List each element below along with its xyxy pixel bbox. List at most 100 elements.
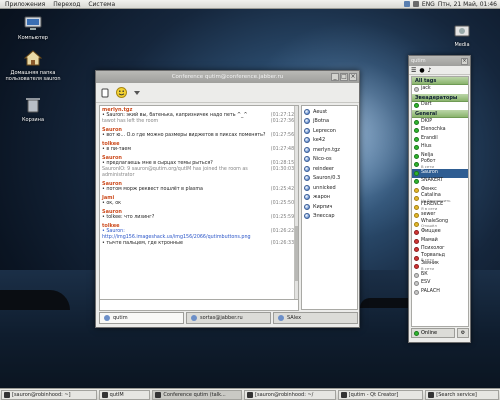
participant-item[interactable]: merlyn.tgz bbox=[304, 145, 355, 155]
roster-contact[interactable]: PALACH bbox=[412, 288, 468, 297]
participant-item[interactable]: jBotna bbox=[304, 117, 355, 127]
participant-item[interactable]: Aeust bbox=[304, 107, 355, 117]
menu-icon[interactable]: ☰ bbox=[411, 67, 416, 74]
roster-contact[interactable]: Elenochka bbox=[412, 127, 468, 136]
roster-footer: Online ⚙ bbox=[411, 327, 469, 339]
accounts-button[interactable]: ⚙ bbox=[457, 328, 469, 338]
log-scrollbar[interactable] bbox=[294, 106, 298, 309]
maximize-button[interactable]: □ bbox=[340, 73, 348, 81]
network-icon[interactable] bbox=[403, 1, 410, 7]
roster-group-header[interactable]: Эвеадераторы bbox=[412, 93, 468, 102]
tab-qutim[interactable]: qutim bbox=[99, 312, 184, 324]
message-log[interactable]: merlyn.tgz • Sauron: экий вы, батенька, к… bbox=[99, 105, 299, 310]
participant-item[interactable]: Кирпич bbox=[304, 202, 355, 212]
taskbar: [sauron@robinhood: ~] qutIM Conference qut… bbox=[0, 388, 500, 400]
roster-close-button[interactable]: × bbox=[461, 57, 468, 65]
taskbar-button-label: Conference qutim (talk... bbox=[163, 391, 226, 398]
show-offline-icon[interactable]: ● bbox=[419, 67, 424, 74]
roster-contact[interactable]: Звяник В сети bbox=[412, 261, 468, 272]
participant-list[interactable]: Aeust jBotna Leprecon ke42 merlyn.tgz Nico-os… bbox=[301, 105, 358, 310]
contact-text: Фенкс bbox=[421, 187, 437, 193]
window-icon bbox=[155, 391, 162, 398]
contact-name: Мамай bbox=[421, 237, 438, 243]
contact-text: Dart bbox=[421, 103, 432, 108]
panel-menu-applications[interactable]: Приложения bbox=[2, 1, 48, 8]
message-time: (01:25:50) bbox=[270, 201, 296, 206]
contact-text: DKIP bbox=[421, 119, 432, 125]
media-drive-icon bbox=[432, 24, 492, 40]
contact-list[interactable]: All tags jack Эвеадераторы Dart General DKIP E… bbox=[411, 76, 469, 327]
keyboard-layout[interactable]: ENG bbox=[422, 1, 435, 8]
contact-status-icon bbox=[414, 153, 419, 159]
participant-name: merlyn.tgz bbox=[313, 146, 340, 153]
roster-contact[interactable]: Фиццее bbox=[412, 229, 468, 238]
participant-item[interactable]: Элессар bbox=[304, 212, 355, 222]
volume-icon[interactable] bbox=[412, 1, 419, 7]
roster-contact[interactable]: Hius bbox=[412, 144, 468, 153]
panel-clock[interactable]: Птн, 21 Май, 01:46 bbox=[438, 1, 497, 8]
panel-menu-places[interactable]: Переход bbox=[50, 1, 83, 8]
tab-salex[interactable]: SAlex bbox=[273, 312, 358, 324]
roster-contact[interactable]: БК bbox=[412, 271, 468, 280]
chat-message: Sauron • предлагаешь мне в сырцах темы ры… bbox=[102, 155, 296, 179]
tab-contact[interactable]: sortas@jabber.ru bbox=[186, 312, 271, 324]
contact-name: Nelja bbox=[421, 152, 434, 158]
sound-icon[interactable]: ♪ bbox=[428, 67, 432, 74]
desktop-icon-media[interactable]: Media bbox=[432, 24, 492, 48]
taskbar-button[interactable]: Conference qutim (talk... bbox=[152, 389, 243, 400]
participant-item[interactable]: unnicked bbox=[304, 183, 355, 193]
roster-contact[interactable]: jack bbox=[412, 85, 468, 94]
message-text[interactable]: • Sauron: http://img156.imageshack.us/im… bbox=[102, 229, 271, 241]
roster-contact[interactable]: Dart bbox=[412, 102, 468, 111]
desktop-icon-computer[interactable]: Компьютер bbox=[3, 16, 63, 41]
roster-titlebar[interactable]: qutim × bbox=[409, 56, 470, 66]
roster-contact[interactable]: Erandil bbox=[412, 135, 468, 144]
roster-contact[interactable]: FERENCE Я в сети bbox=[412, 202, 468, 212]
taskbar-button[interactable]: [sauron@robinhood: ~/ bbox=[244, 389, 336, 400]
participant-item[interactable]: Nico-os bbox=[304, 155, 355, 165]
home-folder-icon bbox=[3, 50, 63, 68]
participant-item[interactable]: ke42 bbox=[304, 136, 355, 146]
message-time: (01:27:56) bbox=[270, 133, 296, 138]
chat-window-titlebar[interactable]: Conference qutim@conference.jabber.ru _ … bbox=[96, 71, 359, 83]
send-icon[interactable] bbox=[99, 87, 111, 99]
roster-group-header[interactable]: All tags bbox=[412, 77, 468, 85]
desktop-icon-label: Media bbox=[454, 42, 470, 48]
roster-group-header[interactable]: General bbox=[412, 110, 468, 118]
participant-icon bbox=[304, 146, 310, 153]
log-scrollbar-thumb[interactable] bbox=[295, 226, 298, 281]
contact-name: ESV bbox=[421, 280, 431, 286]
taskbar-button[interactable]: [qutim - Qt Creator] bbox=[337, 389, 424, 400]
participant-item[interactable]: Leprecon bbox=[304, 126, 355, 136]
roster-contact[interactable]: ESV bbox=[412, 280, 468, 289]
panel-menu-system[interactable]: Система bbox=[85, 1, 118, 8]
roster-contact[interactable]: SNAKERT bbox=[412, 178, 468, 187]
desktop-icon-home[interactable]: Домашняя папка пользователя sauron bbox=[3, 50, 63, 82]
desktop-icon-trash[interactable]: Корзина bbox=[3, 96, 63, 123]
chat-tabs: qutim sortas@jabber.ru SAlex bbox=[99, 312, 358, 324]
participant-item[interactable]: Sauron/0.3 bbox=[304, 174, 355, 184]
close-button[interactable]: × bbox=[349, 73, 357, 81]
roster-contact[interactable]: Мамай bbox=[412, 237, 468, 246]
roster-contact[interactable]: DKIP bbox=[412, 118, 468, 127]
contact-name: Психолог bbox=[421, 246, 445, 252]
minimize-button[interactable]: _ bbox=[331, 73, 339, 81]
message-line: • tolkee: что лизинг? (01:25:59) bbox=[102, 215, 296, 221]
participant-item[interactable]: reindeer bbox=[304, 164, 355, 174]
history-icon[interactable] bbox=[131, 87, 143, 99]
emoticon-icon[interactable] bbox=[115, 87, 127, 99]
roster-contact[interactable]: Робот В сети bbox=[412, 159, 468, 170]
message-input[interactable] bbox=[99, 299, 299, 311]
contact-text: FERENCE Я в сети bbox=[421, 202, 443, 212]
message-time: (01:27:36) bbox=[270, 119, 296, 124]
trash-icon bbox=[3, 96, 63, 115]
roster-contact[interactable]: WhaleSong Отошёл bbox=[412, 219, 468, 229]
taskbar-button[interactable]: [sauron@robinhood: ~] bbox=[1, 389, 97, 400]
status-selector[interactable]: Online bbox=[411, 328, 455, 338]
taskbar-button[interactable]: qutIM bbox=[98, 389, 151, 400]
chat-message: Sauron • tolkee: что лизинг? (01:25:59) bbox=[102, 209, 296, 221]
participant-item[interactable]: жарон bbox=[304, 193, 355, 203]
roster-contact[interactable]: Sauron bbox=[412, 169, 468, 178]
contact-text: jack bbox=[421, 86, 431, 92]
taskbar-button[interactable]: [Search service] bbox=[425, 389, 499, 400]
